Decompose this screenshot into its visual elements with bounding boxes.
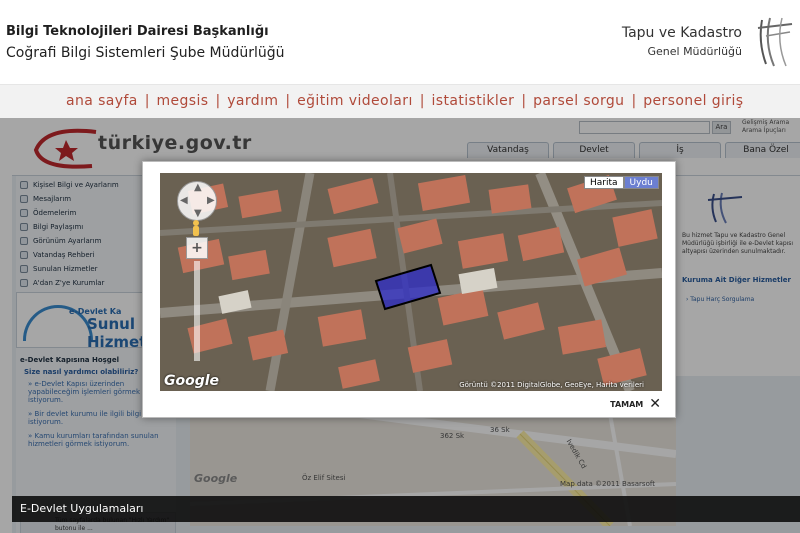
map-attribution[interactable]: Görüntü ©2011 DigitalGlobe, GeoEye, Hari…	[459, 381, 644, 389]
page: Bilgi Teknolojileri Dairesi Başkanlığı C…	[0, 0, 800, 533]
site-header: Bilgi Teknolojileri Dairesi Başkanlığı C…	[0, 0, 800, 84]
nav-link-4[interactable]: eğitim videoları	[297, 93, 413, 109]
nav-separator: |	[215, 93, 221, 109]
map-type-harita-button[interactable]: Harita	[584, 176, 624, 189]
google-logo: Google	[164, 373, 220, 389]
close-x-icon[interactable]: ✕	[649, 397, 661, 411]
agency-name: Tapu ve Kadastro	[621, 25, 742, 41]
bottom-bar: E-Devlet Uygulamaları	[12, 496, 800, 522]
zoom-in-button[interactable]: +	[186, 237, 208, 259]
ok-label: TAMAM	[610, 399, 644, 409]
nav-separator: |	[419, 93, 425, 109]
org-title: Bilgi Teknolojileri Dairesi Başkanlığı	[6, 24, 269, 39]
street-view-pegman-icon[interactable]	[189, 219, 203, 237]
ok-button[interactable]: TAMAM ✕	[610, 397, 661, 411]
nav-items: ana sayfa | megsis | yardım | eğitim videoları…	[66, 93, 743, 109]
nav-separator: |	[521, 93, 527, 109]
nav-link-1[interactable]: ana sayfa	[66, 93, 138, 109]
nav-link-6[interactable]: parsel sorgu	[533, 93, 624, 109]
tkgm-logo-icon	[757, 17, 793, 67]
map-modal: Harita Uydu ▲ ▼ ◀ ▶ + Google Görüntü ©20…	[142, 161, 676, 418]
zoom-slider[interactable]	[194, 261, 200, 361]
map-type-uydu-button[interactable]: Uydu	[623, 176, 659, 189]
nav-separator: |	[285, 93, 291, 109]
map-type-toggle: Harita Uydu	[584, 176, 659, 189]
nav-link-2[interactable]: megsis	[156, 93, 208, 109]
satellite-map[interactable]: Harita Uydu ▲ ▼ ◀ ▶ + Google Görüntü ©20…	[160, 173, 662, 391]
satellite-imagery	[160, 173, 662, 391]
pan-control[interactable]: ▲ ▼ ◀ ▶	[177, 181, 217, 221]
main-nav: ana sayfa | megsis | yardım | eğitim videoları…	[0, 84, 800, 118]
pan-right-icon[interactable]: ▶	[207, 195, 215, 206]
agency-subname: Genel Müdürlüğü	[647, 45, 742, 58]
nav-separator: |	[631, 93, 637, 109]
org-subtitle: Coğrafi Bilgi Sistemleri Şube Müdürlüğü	[6, 45, 285, 61]
pan-left-icon[interactable]: ◀	[180, 195, 188, 206]
pan-up-icon[interactable]: ▲	[194, 182, 202, 193]
nav-separator: |	[144, 93, 150, 109]
nav-link-7[interactable]: personel giriş	[643, 93, 743, 109]
nav-link-3[interactable]: yardım	[227, 93, 278, 109]
bottom-bar-title: E-Devlet Uygulamaları	[20, 502, 144, 515]
nav-link-5[interactable]: istatistikler	[431, 93, 514, 109]
pan-down-icon[interactable]: ▼	[194, 208, 202, 219]
